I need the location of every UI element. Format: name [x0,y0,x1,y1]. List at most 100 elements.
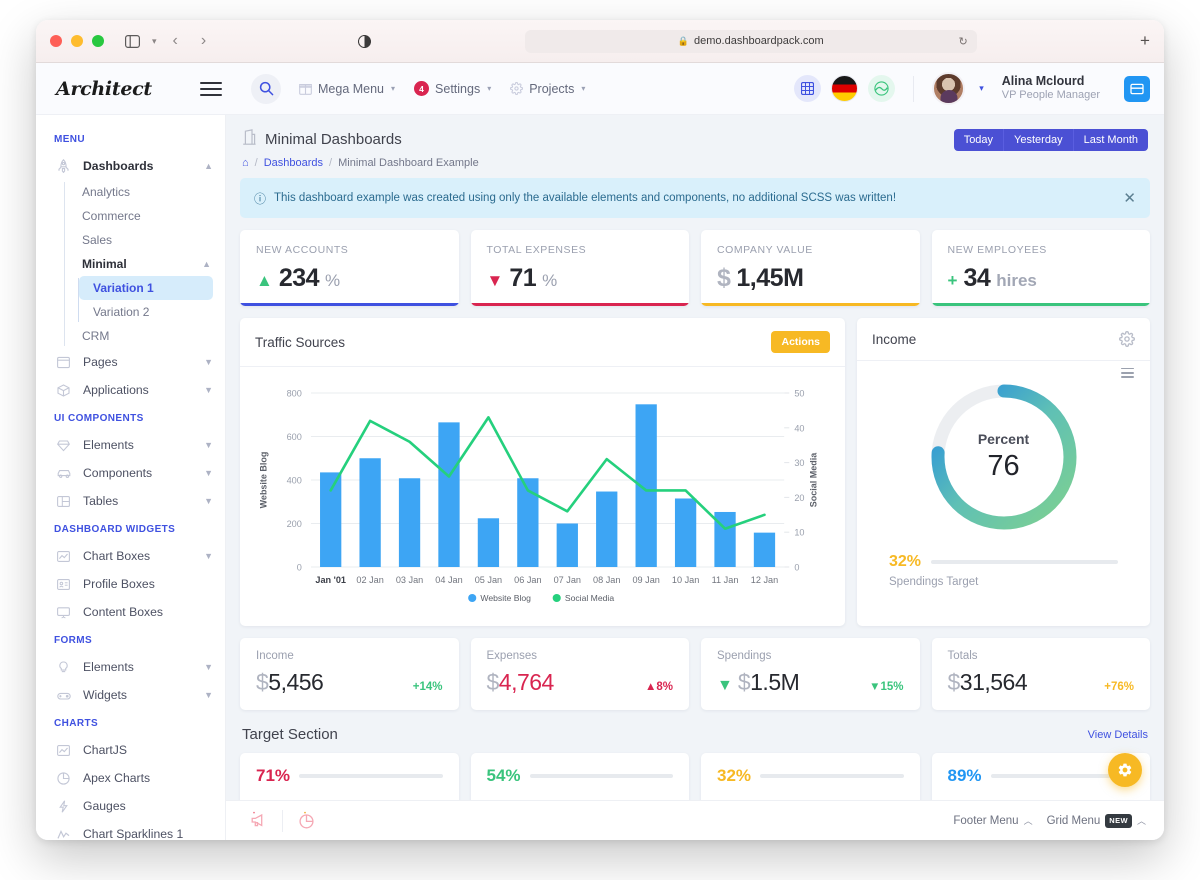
search-icon[interactable] [251,73,281,104]
new-tab-icon[interactable]: + [1140,31,1150,51]
sidebar-item-sales[interactable]: Sales [65,228,225,252]
footer-divider [282,809,283,832]
forward-button[interactable]: › [194,32,213,50]
currency-symbol: $ [737,669,751,695]
sidebar-item-variation-2[interactable]: Variation 2 [79,300,213,324]
card-title: Traffic Sources [255,334,346,350]
gear-icon[interactable] [1119,331,1135,347]
sidebar-item-pages[interactable]: Pages ▼ [36,348,225,376]
sidebar-item-apex-charts[interactable]: Apex Charts [36,764,225,792]
kpi-number: 1,45M [736,264,804,292]
stat-card-income: Income $ 5,456 +14% [240,638,459,710]
footer-menu-button[interactable]: Footer Menu ︿ [953,814,1032,827]
kpi-unit: % [542,271,558,290]
sidebar-item-commerce[interactable]: Commerce [65,204,225,228]
page-title: Minimal Dashboards [265,131,402,148]
close-window-button[interactable] [50,35,62,47]
svg-text:800: 800 [287,389,302,399]
sidebar-item-label: Applications [83,383,149,397]
sidebar-item-variation-1[interactable]: Variation 1 [79,276,213,300]
range-last-month-button[interactable]: Last Month [1073,129,1148,151]
sidebar-item-crm[interactable]: CRM [65,324,225,348]
maximize-window-button[interactable] [92,35,104,47]
sidebar-item-chartjs[interactable]: ChartJS [36,736,225,764]
sidebar-item-chart-sparklines-1[interactable]: Chart Sparklines 1 [36,820,225,840]
sidebar-toggle-chevron-icon[interactable]: ▾ [152,36,157,47]
sidebar-item-label: Widgets [83,688,128,702]
date-range-button-group: Today Yesterday Last Month [953,129,1148,151]
target-section-header: Target Section View Details [240,722,1150,753]
stat-value: 31,564 [959,669,1028,695]
range-yesterday-button[interactable]: Yesterday [1004,129,1074,151]
gear-icon [510,82,524,95]
sidebar-group-title: FORMS [54,635,93,646]
grid-menu-button[interactable]: Grid Menu NEW ︿ [1047,813,1146,828]
sidebar-toggle-icon[interactable] [125,34,140,48]
sidebar-group-title: DASHBOARD WIDGETS [54,524,176,535]
app-logo[interactable]: Architect [50,78,162,100]
avatar[interactable] [932,72,966,105]
view-details-link[interactable]: View Details [1088,729,1148,741]
sidebar-item-applications[interactable]: Applications ▼ [36,376,225,404]
address-bar[interactable]: 🔒 demo.dashboardpack.com ↻ [524,29,977,53]
sidebar-item-content-boxes[interactable]: Content Boxes [36,598,225,626]
svg-text:Jan '01: Jan '01 [315,575,346,585]
stat-row: Income $ 5,456 +14% Expenses $ 4,764 ▲8% [240,638,1150,710]
language-flag-icon[interactable] [831,75,859,102]
traffic-chart: 0 200 400 600 800 0 10 20 30 40 50 Jan '01 02 Jan 03 … [240,367,845,626]
target-card-expenses: 54% Expenses Target [470,753,689,800]
sidebar-item-gauges[interactable]: Gauges [36,792,225,820]
pie-chart-icon[interactable] [291,811,321,830]
back-button[interactable]: ‹ [166,32,185,50]
svg-text:400: 400 [287,476,302,486]
traffic-chart-svg[interactable]: 0 200 400 600 800 0 10 20 30 40 50 Jan '01 02 Jan 03 … [248,377,837,615]
menu-item-mega-menu[interactable]: Mega Menu ▾ [299,82,395,96]
reload-icon[interactable]: ↻ [959,35,968,48]
menu-item-projects[interactable]: Projects ▾ [510,82,585,96]
grid-apps-icon[interactable] [794,75,822,102]
sidebar-item-dashboards[interactable]: Dashboards ▲ [36,152,225,180]
inbox-icon[interactable] [1124,75,1150,102]
sidebar-item-form-widgets[interactable]: Widgets ▼ [36,681,225,709]
trend-down-icon: ▼ [486,271,504,290]
chart-icon [54,744,73,757]
target-percent: 71% [256,766,291,785]
sidebar-item-label: Variation 1 [93,281,154,295]
sidebar-item-profile-boxes[interactable]: Profile Boxes [36,570,225,598]
actions-button[interactable]: Actions [771,331,830,353]
progress-percent: 32% [889,553,922,570]
sidebar-item-chart-boxes[interactable]: Chart Boxes ▼ [36,542,225,570]
sidebar-item-ui-elements[interactable]: Elements ▼ [36,431,225,459]
breadcrumb-link-dashboards[interactable]: Dashboards [264,157,323,169]
lock-icon: 🔒 [677,35,690,46]
url-text: demo.dashboardpack.com [694,35,824,47]
sidebar-item-components[interactable]: Components ▼ [36,459,225,487]
user-chevron-down-icon[interactable]: ▾ [979,83,984,94]
kpi-label: COMPANY VALUE [717,244,813,256]
range-today-button[interactable]: Today [953,129,1005,151]
hamburger-menu-icon[interactable] [1121,365,1134,381]
sidebar-item-tables[interactable]: Tables ▼ [36,487,225,515]
sidebar-item-label: Variation 2 [93,305,150,319]
target-percent: 54% [486,766,521,785]
close-icon[interactable]: ✕ [1123,189,1136,207]
settings-fab-button[interactable] [1108,753,1142,787]
sidebar-item-label: Chart Sparklines 1 [83,827,184,840]
income-card-header: Income [857,318,1150,361]
sidebar-item-label: Dashboards [83,159,154,173]
car-icon [54,467,73,480]
menu-toggle-icon[interactable] [200,78,222,100]
sidebar-item-minimal[interactable]: Minimal ▲ [65,252,225,276]
reader-contrast-icon[interactable] [358,34,372,48]
sidebar-item-form-elements[interactable]: Elements ▼ [36,653,225,681]
status-indicator-icon[interactable] [868,75,896,102]
menu-item-settings[interactable]: 4 Settings ▾ [414,81,491,96]
sidebar-item-analytics[interactable]: Analytics [65,180,225,204]
stat-card-expenses: Expenses $ 4,764 ▲8% [470,638,689,710]
minimize-window-button[interactable] [71,35,83,47]
sidebar-item-label: Profile Boxes [83,577,155,591]
currency-symbol: $ [256,669,269,695]
megaphone-icon[interactable] [244,811,274,830]
home-icon[interactable]: ⌂ [242,157,249,169]
menu-item-label: Mega Menu [318,81,385,96]
